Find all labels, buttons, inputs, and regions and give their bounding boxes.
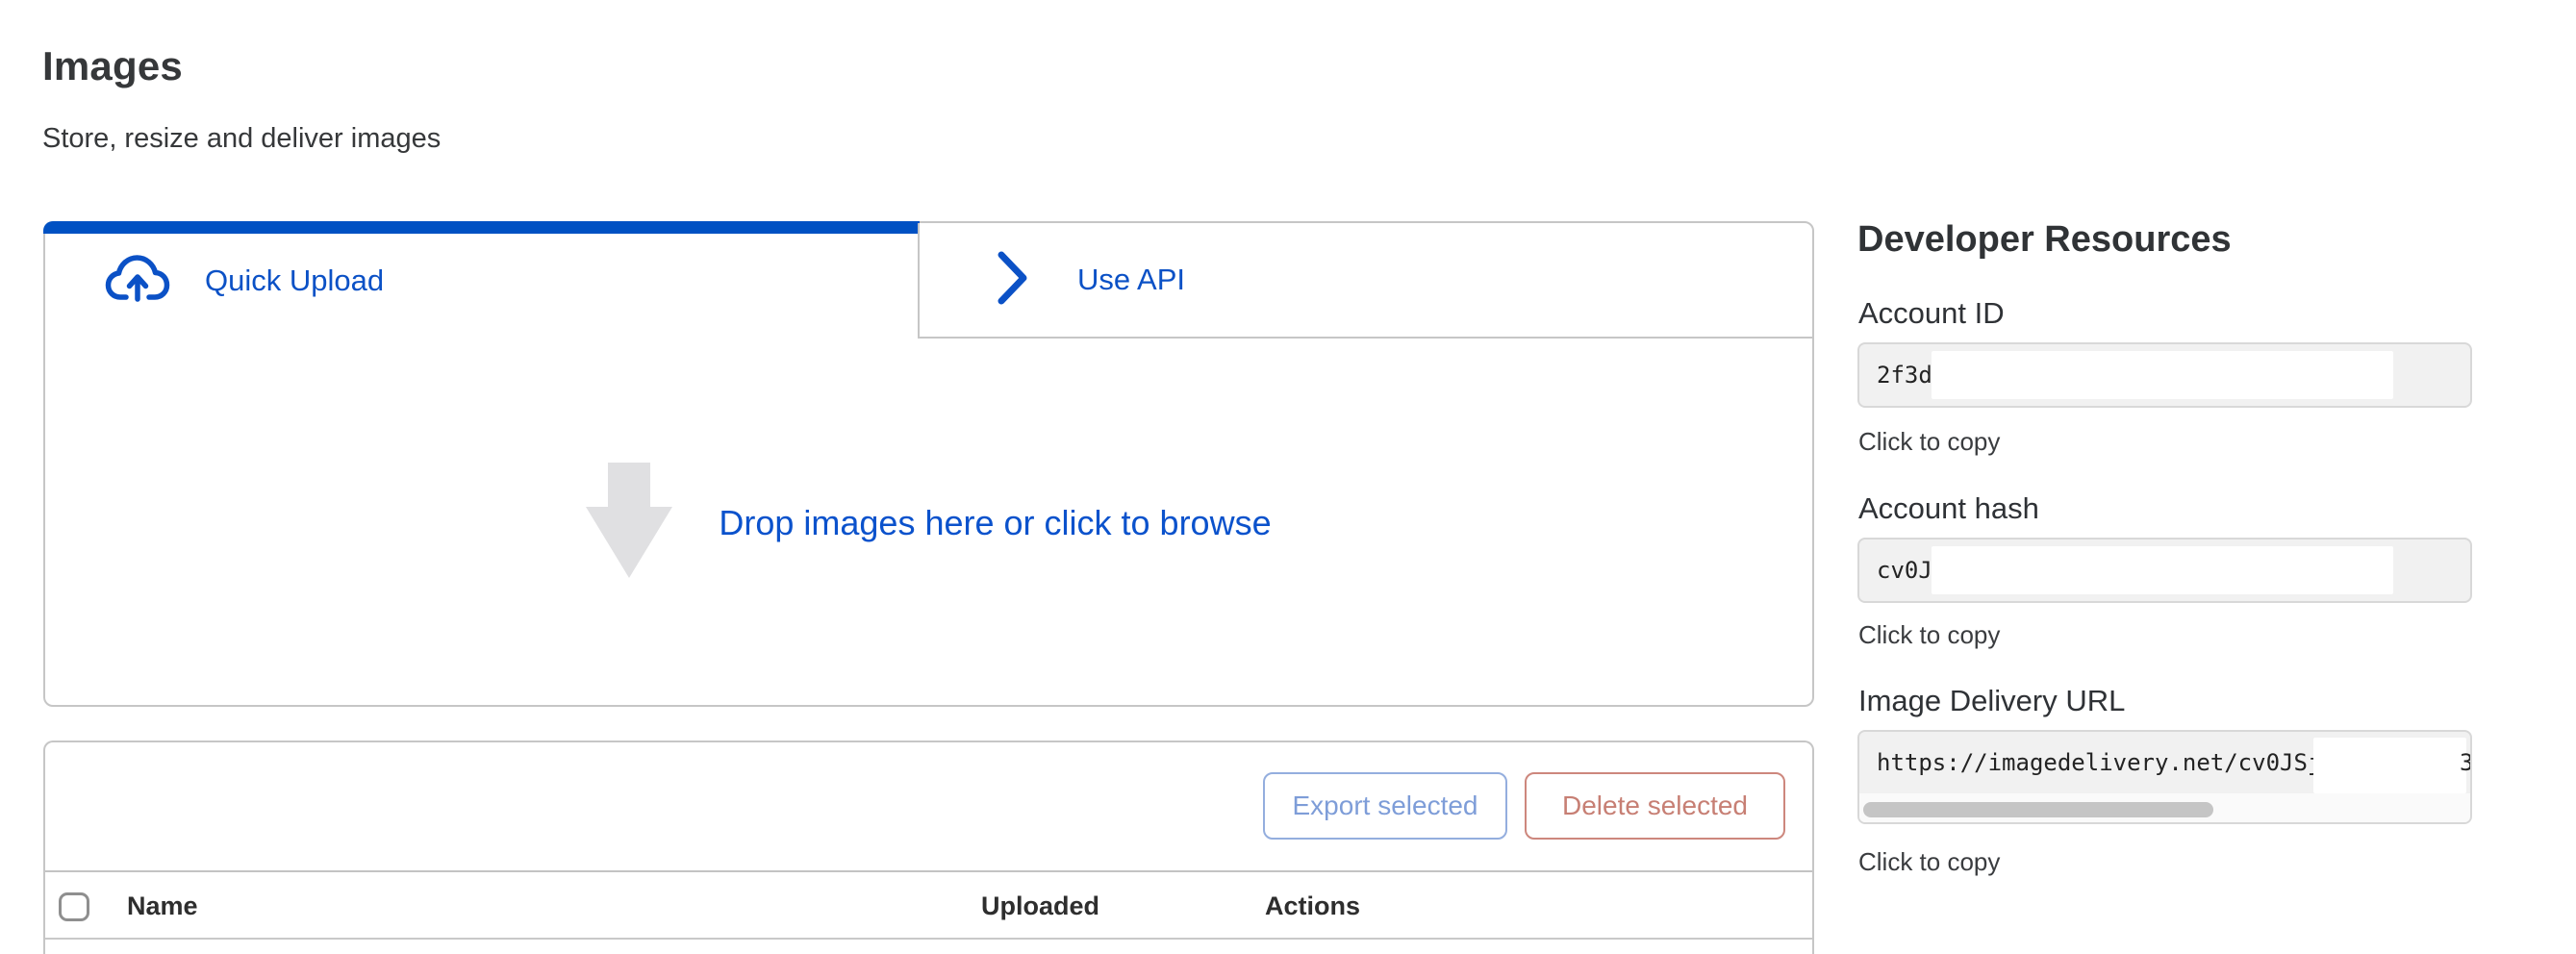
column-header-name: Name [127,891,198,921]
page-title: Images [42,42,183,90]
table-header-row: Name Uploaded Actions [45,870,1812,940]
image-delivery-url-copy-hint: Click to copy [1858,847,2000,877]
delete-selected-button[interactable]: Delete selected [1525,772,1785,840]
image-delivery-url-value: https://imagedelivery.net/cv0JSj [1877,732,2321,793]
redaction-overlay [2313,738,2466,793]
export-selected-button[interactable]: Export selected [1263,772,1507,840]
account-id-copy-hint: Click to copy [1858,427,2000,457]
down-arrow-icon [586,463,672,583]
tab-quick-upload-label: Quick Upload [205,264,384,298]
horizontal-scrollbar-thumb[interactable] [1863,802,2213,817]
tab-use-api[interactable]: Use API [918,223,1812,339]
column-header-uploaded: Uploaded [981,891,1099,921]
tab-quick-upload[interactable]: Quick Upload [45,223,918,339]
redaction-overlay [1932,546,2393,594]
cloud-upload-icon [105,254,170,309]
account-hash-field[interactable]: cv0J [1857,538,2472,603]
account-id-value: 2f3d [1877,344,1932,406]
images-page: Images Store, resize and deliver images … [0,0,2576,954]
image-dropzone[interactable]: Drop images here or click to browse [45,340,1812,705]
list-toolbar: Export selected Delete selected [45,742,1812,870]
developer-resources-panel: Developer Resources Account ID 2f3d Clic… [1857,219,2472,950]
tab-use-api-label: Use API [1077,263,1185,297]
developer-resources-title: Developer Resources [1857,219,2232,261]
redacted-url-fragment: 3 [2460,732,2472,793]
account-hash-value: cv0J [1877,540,1932,601]
dropzone-label: Drop images here or click to browse [719,503,1271,543]
select-all-checkbox[interactable] [59,892,89,921]
account-hash-copy-hint: Click to copy [1858,620,2000,650]
upload-panel: Quick Upload Use API Drop images here or… [43,221,1814,707]
account-id-label: Account ID [1858,296,2005,331]
account-hash-label: Account hash [1858,491,2039,526]
redaction-overlay [1932,351,2393,399]
image-delivery-url-field[interactable]: https://imagedelivery.net/cv0JSj 3 [1857,730,2472,824]
chevron-right-icon [997,250,1029,311]
image-list-panel: Export selected Delete selected Name Upl… [43,741,1814,954]
page-subtitle: Store, resize and deliver images [42,123,441,155]
image-delivery-url-label: Image Delivery URL [1858,684,2125,718]
column-header-actions: Actions [1265,891,1360,921]
horizontal-scrollbar-track [1859,793,2470,822]
account-id-field[interactable]: 2f3d [1857,342,2472,408]
